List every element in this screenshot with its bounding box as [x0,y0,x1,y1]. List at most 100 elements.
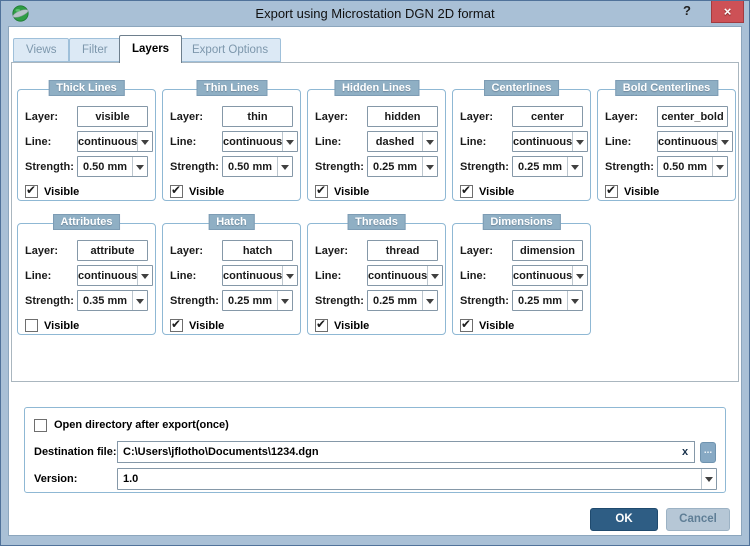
line-style-select[interactable]: continuous [77,131,153,152]
line-style-select[interactable]: continuous [512,265,588,286]
help-button[interactable]: ? [678,3,696,23]
line-style-select[interactable]: continuous [367,265,443,286]
layer-group-box: Bold Centerlines Layer: Line: continuous… [597,89,736,201]
line-label: Line: [315,136,367,148]
chevron-down-icon [567,291,582,310]
strength-label: Strength: [315,161,367,173]
visible-checkbox[interactable] [170,185,183,198]
visible-label: Visible [189,186,224,198]
visible-label: Visible [44,186,79,198]
visible-label: Visible [479,320,514,332]
layer-name-input[interactable] [222,106,293,127]
visible-checkbox[interactable] [460,319,473,332]
open-directory-checkbox[interactable] [34,419,47,432]
visible-row: Visible [25,319,148,332]
line-style-value: continuous [223,136,282,148]
tab-layers[interactable]: Layers [119,35,182,63]
close-button[interactable]: × [711,1,744,23]
layer-group-box: Hatch Layer: Line: continuous Strength: … [162,223,301,335]
line-strength-value: 0.25 mm [513,295,567,307]
visible-row: Visible [170,185,293,198]
dialog-client-area: Views Filter Layers Export Options Thick… [8,26,742,536]
layer-name-input[interactable] [222,240,293,261]
line-strength-select[interactable]: 0.25 mm [512,156,583,177]
line-label: Line: [605,136,657,148]
version-select[interactable]: 1.0 [117,468,717,490]
visible-row: Visible [460,185,583,198]
visible-checkbox[interactable] [315,185,328,198]
line-style-value: continuous [658,136,717,148]
tab-filter[interactable]: Filter [69,38,121,62]
visible-checkbox[interactable] [605,185,618,198]
chevron-down-icon [572,266,587,285]
visible-label: Visible [624,186,659,198]
line-strength-select[interactable]: 0.50 mm [77,156,148,177]
line-strength-select[interactable]: 0.50 mm [222,156,293,177]
layer-name-input[interactable] [657,106,728,127]
line-style-select[interactable]: continuous [77,265,153,286]
line-style-value: continuous [513,136,572,148]
layer-label: Layer: [315,111,367,123]
layer-name-input[interactable] [512,106,583,127]
destination-file-field[interactable]: C:\Users\jflotho\Documents\1234.dgn x [117,441,695,463]
line-strength-value: 0.25 mm [368,161,422,173]
line-style-select[interactable]: continuous [222,131,298,152]
line-label: Line: [170,136,222,148]
visible-label: Visible [334,320,369,332]
layer-name-input[interactable] [77,106,148,127]
strength-row: Strength: 0.50 mm [605,156,728,177]
line-strength-value: 0.35 mm [78,295,132,307]
visible-checkbox[interactable] [315,319,328,332]
group-title: Bold Centerlines [615,80,718,96]
layer-name-input[interactable] [367,106,438,127]
line-strength-select[interactable]: 0.25 mm [367,156,438,177]
line-row: Line: continuous [460,131,583,152]
visible-row: Visible [460,319,583,332]
visible-checkbox[interactable] [460,185,473,198]
tab-export-options[interactable]: Export Options [179,38,281,62]
line-style-select[interactable]: continuous [657,131,733,152]
layer-name-input[interactable] [367,240,438,261]
line-style-select[interactable]: continuous [512,131,588,152]
strength-row: Strength: 0.25 mm [460,156,583,177]
group-title: Dimensions [482,214,560,230]
visible-checkbox[interactable] [170,319,183,332]
layer-name-input[interactable] [512,240,583,261]
line-style-select[interactable]: continuous [222,265,298,286]
visible-row: Visible [25,185,148,198]
layer-label: Layer: [170,245,222,257]
line-label: Line: [25,136,77,148]
group-title: Hidden Lines [334,80,419,96]
layer-label: Layer: [25,245,77,257]
version-value: 1.0 [118,473,701,485]
cancel-button[interactable]: Cancel [666,508,730,531]
layer-label: Layer: [25,111,77,123]
line-strength-select[interactable]: 0.25 mm [222,290,293,311]
destination-file-label: Destination file: [34,446,117,458]
line-row: Line: continuous [170,131,293,152]
export-settings-panel: Open directory after export(once) Destin… [24,407,726,493]
layer-name-input[interactable] [77,240,148,261]
line-strength-select[interactable]: 0.35 mm [77,290,148,311]
browse-button[interactable]: ... [700,442,716,463]
tab-views[interactable]: Views [13,38,69,62]
strength-row: Strength: 0.50 mm [25,156,148,177]
line-strength-select[interactable]: 0.50 mm [657,156,728,177]
visible-checkbox[interactable] [25,185,38,198]
open-directory-row: Open directory after export(once) [34,416,717,434]
visible-checkbox[interactable] [25,319,38,332]
strength-label: Strength: [170,295,222,307]
layer-group-box: Thin Lines Layer: Line: continuous Stren… [162,89,301,201]
visible-row: Visible [170,319,293,332]
clear-path-icon[interactable]: x [676,446,694,458]
line-strength-select[interactable]: 0.25 mm [367,290,438,311]
ok-button[interactable]: OK [590,508,658,531]
line-strength-select[interactable]: 0.25 mm [512,290,583,311]
line-strength-value: 0.25 mm [513,161,567,173]
chevron-down-icon [277,291,292,310]
group-row-bottom: Attributes Layer: Line: continuous Stren… [12,214,738,335]
layer-label: Layer: [460,111,512,123]
line-style-select[interactable]: dashed [367,131,438,152]
line-row: Line: continuous [25,131,148,152]
line-label: Line: [25,270,77,282]
